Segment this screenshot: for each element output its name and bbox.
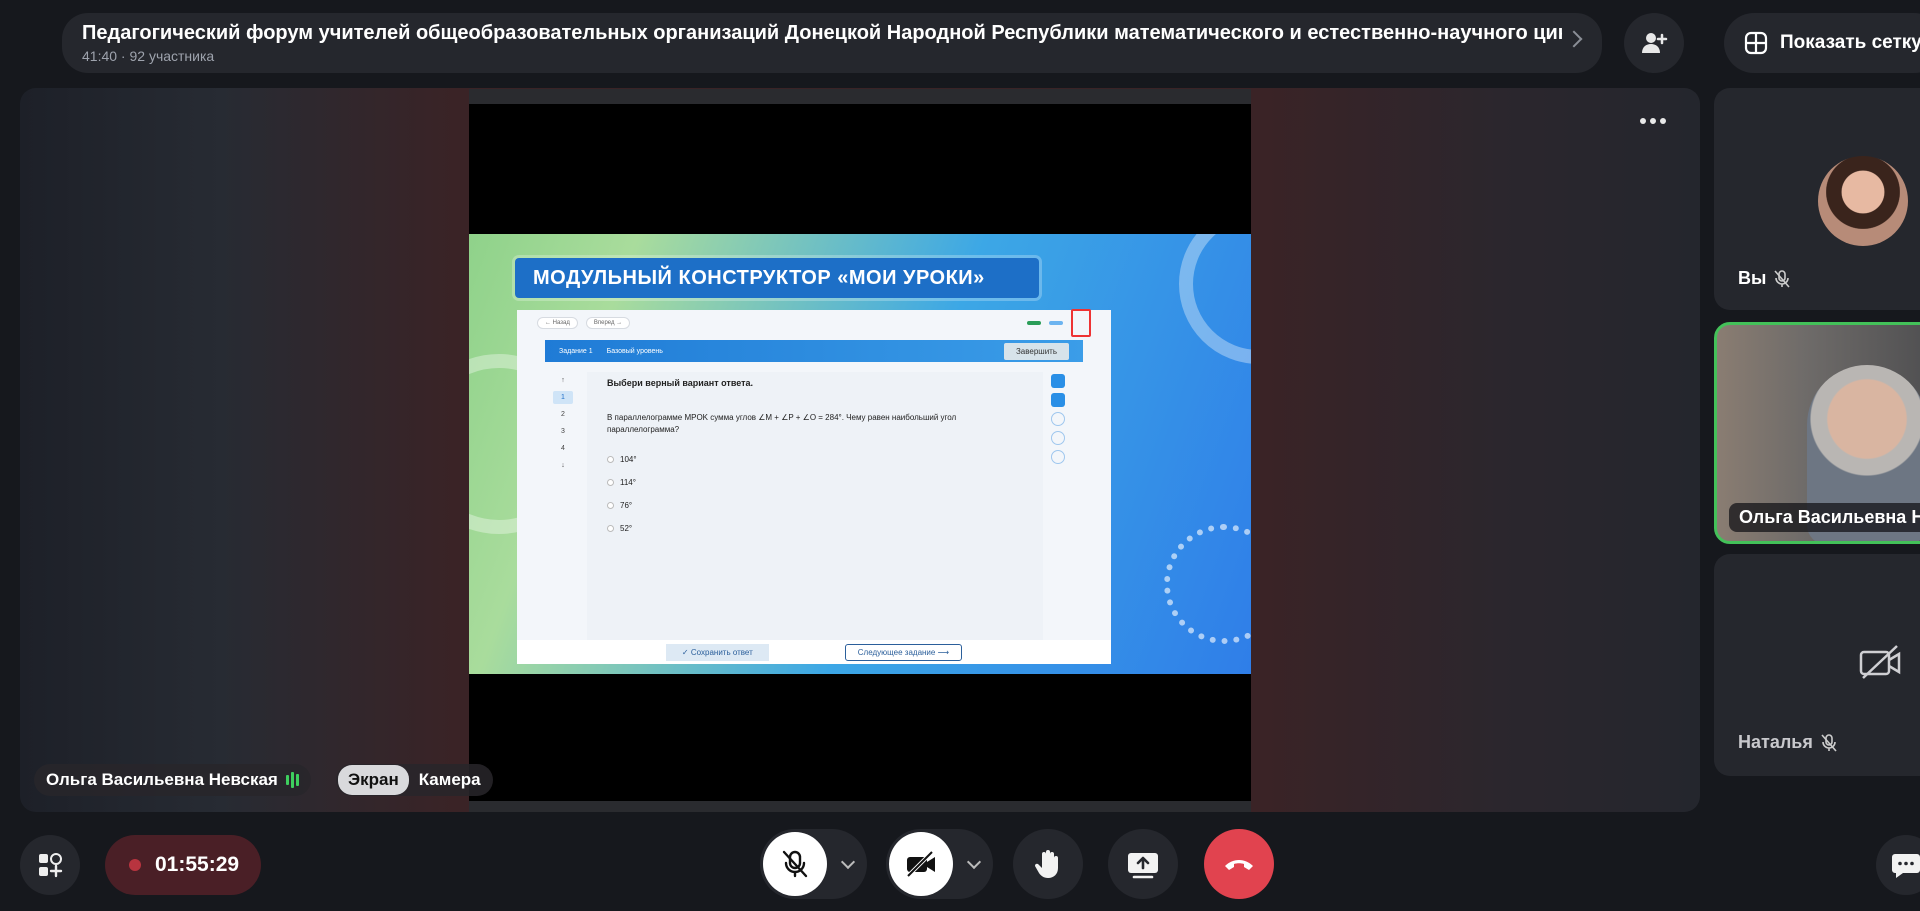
settings-icon[interactable] bbox=[1051, 393, 1065, 407]
mic-toggle-button[interactable] bbox=[763, 832, 827, 896]
mic-off-icon bbox=[782, 850, 808, 878]
apps-icon bbox=[39, 853, 63, 878]
microphone-control bbox=[760, 829, 867, 899]
help-icon[interactable] bbox=[1051, 374, 1065, 388]
answer-option[interactable]: 114° bbox=[607, 471, 1023, 494]
slide-title: МОДУЛЬНЫЙ КОНСТРУКТОР «МОИ УРОКИ» bbox=[515, 258, 1039, 298]
zoom-out-icon[interactable] bbox=[1051, 431, 1065, 445]
camera-control bbox=[886, 829, 993, 899]
show-grid-label: Показать сетку bbox=[1780, 32, 1920, 53]
share-screen-icon bbox=[1128, 853, 1158, 879]
hangup-button[interactable] bbox=[1204, 829, 1274, 899]
raise-hand-icon bbox=[1034, 850, 1058, 878]
step-item[interactable]: 3 bbox=[553, 425, 573, 438]
add-user-icon bbox=[1642, 33, 1668, 53]
hangup-icon bbox=[1225, 860, 1253, 870]
lesson-footer: ✓ Сохранить ответ Следующее задание ⟶ bbox=[517, 640, 1111, 664]
participant-name: Ольга Васильевна Н bbox=[1739, 507, 1920, 527]
recording-time: 01:55:29 bbox=[155, 853, 240, 876]
chat-button[interactable] bbox=[1876, 835, 1920, 895]
grid-icon bbox=[1744, 31, 1768, 55]
speaker-name-badge: Ольга Васильевна Невская bbox=[34, 764, 311, 796]
participant-tile[interactable]: Вы bbox=[1714, 88, 1920, 310]
back-pill[interactable]: ← Назад bbox=[537, 317, 578, 329]
add-participant-button[interactable] bbox=[1624, 13, 1684, 73]
step-item[interactable]: 2 bbox=[553, 408, 573, 421]
module-pill[interactable] bbox=[1027, 321, 1041, 325]
view-screen-option[interactable]: Экран bbox=[338, 765, 409, 795]
more-options-button[interactable] bbox=[1640, 118, 1666, 124]
participant-tile[interactable]: Наталья bbox=[1714, 554, 1920, 776]
lesson-app: ← Назад Вперед → Задание 1 Базовый урове… bbox=[517, 309, 1111, 664]
next-task-button[interactable]: Следующее задание ⟶ bbox=[844, 643, 963, 661]
view-camera-option[interactable]: Камера bbox=[409, 765, 491, 795]
step-item[interactable]: 1 bbox=[553, 391, 573, 404]
answer-option[interactable]: 52° bbox=[607, 517, 1023, 540]
participant-name-row: Вы bbox=[1738, 268, 1790, 289]
task-label: Задание 1 bbox=[559, 347, 593, 355]
screen-share-stage: МОДУЛЬНЫЙ КОНСТРУКТОР «МОИ УРОКИ» ← Наза… bbox=[20, 88, 1700, 812]
participant-name-row: Ольга Васильевна Н bbox=[1729, 503, 1920, 532]
question-text: В параллелограмме MPOK сумма углов ∠M + … bbox=[607, 413, 957, 434]
lesson-app-topbar: ← Назад Вперед → bbox=[517, 309, 1111, 337]
step-item[interactable]: 4 bbox=[553, 442, 573, 455]
chat-icon bbox=[1892, 854, 1920, 878]
presentation-slide: МОДУЛЬНЫЙ КОНСТРУКТОР «МОИ УРОКИ» ← Наза… bbox=[469, 234, 1251, 674]
view-toggle: Экран Камера bbox=[336, 764, 493, 796]
apps-button[interactable] bbox=[20, 835, 80, 895]
level-label: Базовый уровень bbox=[606, 347, 663, 355]
step-list: ↑ 1 2 3 4 ↓ bbox=[553, 374, 573, 472]
participant-name: Вы bbox=[1738, 268, 1767, 288]
camera-off-icon bbox=[1859, 644, 1903, 685]
section-pill[interactable] bbox=[1049, 321, 1063, 325]
task-body: ↑ 1 2 3 4 ↓ Выбери верный вариант ответа… bbox=[545, 372, 1083, 642]
task-bar: Задание 1 Базовый уровень Завершить bbox=[545, 340, 1083, 362]
mic-off-icon bbox=[1821, 733, 1837, 752]
participant-name-row: Наталья bbox=[1738, 732, 1837, 753]
chevron-down-icon[interactable] bbox=[966, 854, 982, 870]
avatar bbox=[1818, 156, 1908, 246]
zoom-in-icon[interactable] bbox=[1051, 450, 1065, 464]
recording-indicator[interactable]: 01:55:29 bbox=[105, 835, 261, 895]
speaker-name: Ольга Васильевна Невская bbox=[46, 770, 278, 789]
camera-off-icon bbox=[906, 850, 935, 878]
save-answer-button[interactable]: ✓ Сохранить ответ bbox=[665, 643, 769, 661]
step-down-arrow[interactable]: ↓ bbox=[553, 459, 573, 472]
answer-option[interactable]: 104° bbox=[607, 448, 1023, 471]
highlight-box bbox=[1071, 309, 1091, 337]
meeting-header[interactable]: Педагогический форум учителей общеобразо… bbox=[62, 13, 1602, 73]
show-grid-button[interactable]: Показать сетку bbox=[1724, 13, 1920, 73]
answer-option[interactable]: 76° bbox=[607, 494, 1023, 517]
meeting-subtitle: 41:40 · 92 участника bbox=[82, 48, 215, 64]
chevron-right-icon[interactable] bbox=[1565, 30, 1583, 48]
share-screen-button[interactable] bbox=[1108, 829, 1178, 899]
mic-off-icon bbox=[1774, 269, 1790, 288]
finish-button[interactable]: Завершить bbox=[1003, 342, 1069, 360]
question-area: Выбери верный вариант ответа. В параллел… bbox=[587, 372, 1043, 642]
audio-level-icon bbox=[285, 772, 299, 788]
forward-pill[interactable]: Вперед → bbox=[585, 317, 631, 329]
shared-screen: МОДУЛЬНЫЙ КОНСТРУКТОР «МОИ УРОКИ» ← Наза… bbox=[469, 89, 1251, 812]
step-up-arrow[interactable]: ↑ bbox=[553, 374, 573, 387]
powerpoint-statusbar bbox=[469, 801, 1251, 812]
hint-icon[interactable] bbox=[1051, 412, 1065, 426]
question-heading: Выбери верный вариант ответа. bbox=[607, 378, 754, 388]
meeting-title: Педагогический форум учителей общеобразо… bbox=[82, 22, 1562, 44]
record-dot-icon bbox=[129, 859, 141, 871]
chevron-down-icon[interactable] bbox=[840, 854, 856, 870]
raise-hand-button[interactable] bbox=[1013, 829, 1083, 899]
tool-column bbox=[1051, 374, 1065, 464]
participant-name: Наталья bbox=[1738, 732, 1813, 752]
powerpoint-titlebar bbox=[469, 89, 1251, 104]
participant-tile-active[interactable]: Ольга Васильевна Н bbox=[1714, 322, 1920, 544]
camera-toggle-button[interactable] bbox=[889, 832, 953, 896]
